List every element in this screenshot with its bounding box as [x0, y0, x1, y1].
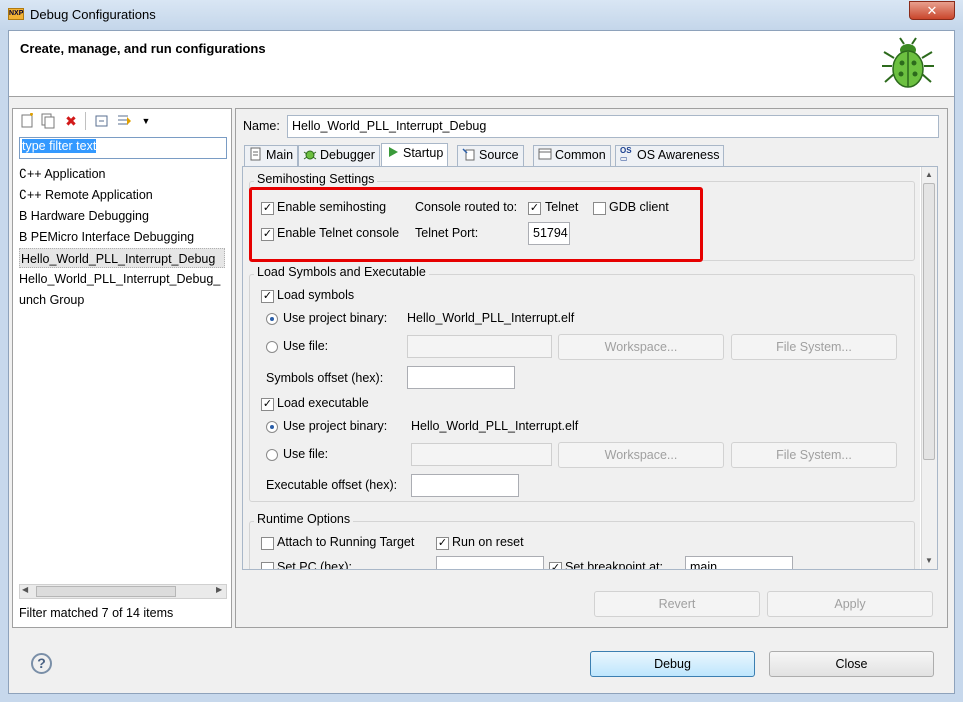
load-group-title: Load Symbols and Executable	[254, 265, 429, 279]
symbols-workspace-button[interactable]: Workspace...	[558, 334, 724, 360]
tree-horizontal-scrollbar[interactable]: ◀ ▶	[19, 584, 227, 599]
tree-item-launch-group[interactable]: unch Group	[19, 290, 227, 310]
tab-startup-label: Startup	[403, 146, 444, 160]
set-breakpoint-label: Set breakpoint at:	[565, 560, 663, 569]
scroll-right-icon[interactable]: ▶	[216, 585, 222, 594]
symbols-project-binary-label: Use project binary:	[283, 311, 388, 325]
close-button[interactable]: Close	[769, 651, 934, 677]
tree-item-hello-world-debug[interactable]: Hello_World_PLL_Interrupt_Debug	[19, 248, 225, 268]
run-on-reset-label: Run on reset	[452, 535, 524, 549]
filter-status-text: Filter matched 7 of 14 items	[19, 606, 174, 620]
attach-running-target-checkbox[interactable]	[261, 537, 274, 550]
set-pc-label: Set PC (hex):	[277, 560, 353, 569]
filter-input[interactable]: type filter text	[19, 137, 227, 159]
tree-item-pemicro-debugging[interactable]: B PEMicro Interface Debugging	[19, 227, 227, 247]
symbols-use-file-label: Use file:	[283, 339, 329, 353]
exec-file-input[interactable]	[411, 443, 552, 466]
vertical-scroll-thumb[interactable]	[923, 183, 935, 460]
exec-file-system-button[interactable]: File System...	[731, 442, 897, 468]
tab-os-awareness[interactable]: OS ▭ OS Awareness	[615, 145, 725, 166]
tab-source[interactable]: Source	[457, 145, 524, 166]
main-tab-icon	[249, 147, 263, 161]
collapse-all-icon[interactable]	[94, 113, 110, 129]
delete-icon[interactable]: ✖	[63, 113, 79, 129]
debug-button[interactable]: Debug	[590, 651, 755, 677]
banner-title: Create, manage, and run configurations	[20, 41, 266, 56]
scroll-down-icon[interactable]: ▼	[925, 556, 933, 565]
os-awareness-tab-icon: OS ▭	[620, 146, 632, 163]
app-logo-icon: NXP	[8, 8, 24, 20]
tab-startup[interactable]: Startup	[381, 143, 449, 167]
scroll-thumb[interactable]	[36, 586, 176, 597]
load-symbols-label: Load symbols	[277, 288, 355, 302]
help-icon[interactable]: ?	[31, 653, 52, 674]
symbols-use-file-radio[interactable]	[266, 341, 278, 353]
tree-item-cpp-application[interactable]: ∁++ Application	[19, 164, 227, 184]
exec-use-file-radio[interactable]	[266, 449, 278, 461]
symbols-file-system-button[interactable]: File System...	[731, 334, 897, 360]
symbols-project-binary-radio[interactable]	[266, 313, 278, 325]
tab-source-label: Source	[479, 148, 519, 162]
exec-project-binary-label: Use project binary:	[283, 419, 388, 433]
exec-project-binary-radio[interactable]	[266, 421, 278, 433]
debug-bug-icon	[882, 37, 934, 88]
name-label: Name:	[243, 119, 280, 133]
runtime-clip: Runtime Options Attach to Running Target…	[243, 509, 920, 569]
revert-button[interactable]: Revert	[594, 591, 760, 617]
attach-running-target-label: Attach to Running Target	[277, 535, 415, 549]
exec-offset-input[interactable]	[411, 474, 519, 497]
symbols-file-input[interactable]	[407, 335, 552, 358]
highlight-annotation-box	[249, 187, 703, 262]
window-close-button[interactable]: ✕	[909, 1, 955, 20]
load-executable-label: Load executable	[277, 396, 369, 410]
tree-item-cpp-remote-application[interactable]: ∁++ Remote Application	[19, 185, 227, 205]
apply-button[interactable]: Apply	[767, 591, 933, 617]
window-title: Debug Configurations	[30, 7, 156, 22]
symbols-offset-label: Symbols offset (hex):	[266, 371, 384, 385]
symbols-offset-input[interactable]	[407, 366, 515, 389]
config-name-input[interactable]: Hello_World_PLL_Interrupt_Debug	[287, 115, 939, 138]
run-on-reset-checkbox[interactable]: ✓	[436, 537, 449, 550]
tab-common-label: Common	[555, 148, 606, 162]
duplicate-icon[interactable]	[40, 113, 56, 129]
tree-item-hello-world-debug-2[interactable]: Hello_World_PLL_Interrupt_Debug_	[19, 269, 227, 289]
common-tab-icon	[538, 147, 552, 161]
source-tab-icon	[462, 147, 476, 161]
set-breakpoint-checkbox[interactable]: ✓	[549, 562, 562, 569]
set-pc-checkbox[interactable]	[261, 562, 274, 569]
load-symbols-checkbox[interactable]: ✓	[261, 290, 274, 303]
debugger-tab-icon	[303, 147, 317, 161]
toolbar-divider	[85, 112, 86, 130]
exec-workspace-button[interactable]: Workspace...	[558, 442, 724, 468]
load-executable-checkbox[interactable]: ✓	[261, 398, 274, 411]
exec-use-file-label: Use file:	[283, 447, 329, 461]
new-config-icon[interactable]	[19, 113, 35, 129]
tab-debugger-label: Debugger	[320, 148, 375, 162]
symbols-binary-value: Hello_World_PLL_Interrupt.elf	[407, 311, 575, 325]
dropdown-arrow-icon[interactable]: ▼	[138, 113, 154, 129]
startup-tab-icon	[386, 145, 400, 159]
tab-debugger[interactable]: Debugger	[298, 145, 380, 166]
filter-icon[interactable]	[116, 113, 132, 129]
tab-main[interactable]: Main	[244, 145, 299, 166]
breakpoint-input[interactable]: main	[685, 556, 793, 569]
scroll-up-icon[interactable]: ▲	[925, 170, 933, 179]
scroll-left-icon[interactable]: ◀	[22, 585, 28, 594]
runtime-group-title: Runtime Options	[254, 512, 354, 526]
tab-main-label: Main	[266, 148, 294, 162]
exec-binary-value: Hello_World_PLL_Interrupt.elf	[411, 419, 579, 433]
tab-os-awareness-label: OS Awareness	[637, 148, 720, 162]
set-pc-input[interactable]	[436, 556, 544, 569]
exec-offset-label: Executable offset (hex):	[266, 478, 398, 492]
tree-item-hardware-debugging[interactable]: B Hardware Debugging	[19, 206, 227, 226]
semihosting-group-title: Semihosting Settings	[254, 172, 378, 186]
tab-common[interactable]: Common	[533, 145, 611, 166]
